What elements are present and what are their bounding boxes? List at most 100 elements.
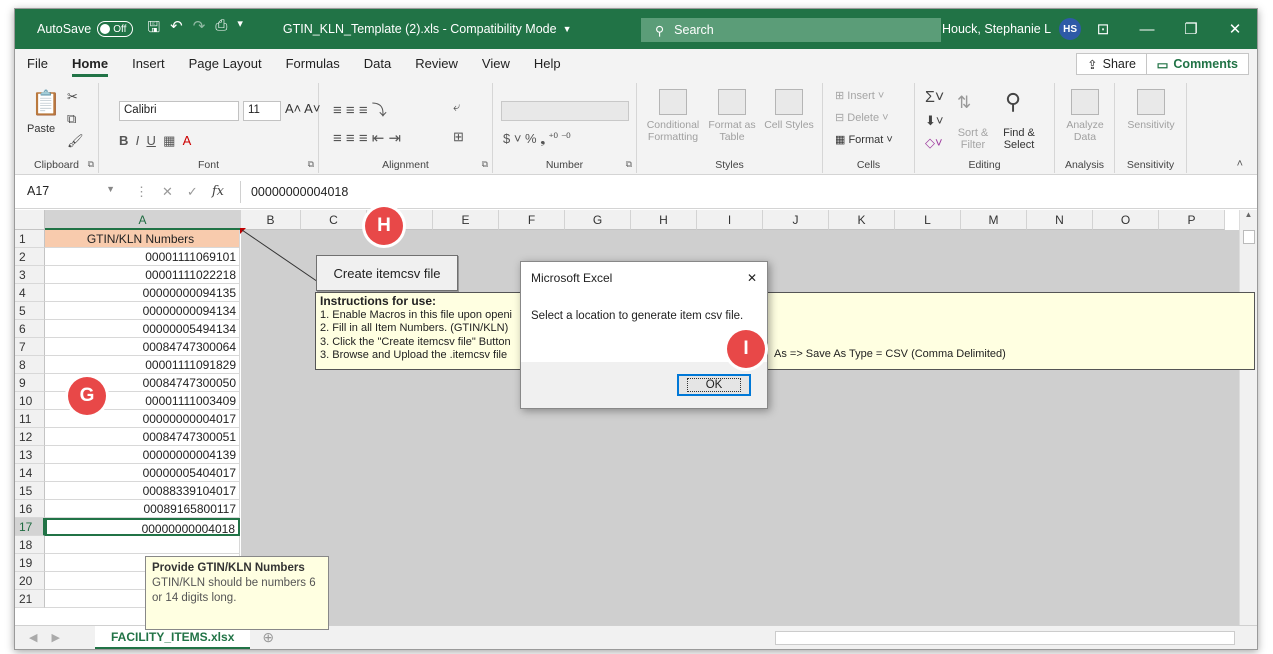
row-header[interactable]: 13	[15, 446, 45, 464]
find-select-label[interactable]: Find & Select	[997, 127, 1041, 151]
tab-formulas[interactable]: Formulas	[274, 49, 352, 79]
cell-styles-button[interactable]: Cell Styles	[761, 89, 817, 131]
clear-icon[interactable]: ◇˅	[925, 135, 943, 151]
row-header[interactable]: 21	[15, 590, 45, 608]
gtin-cell[interactable]: 00000005404017	[45, 464, 240, 482]
row-header[interactable]: 17	[15, 518, 45, 536]
user-account[interactable]: Houck, Stephanie L HS	[942, 9, 1082, 49]
tab-view[interactable]: View	[470, 49, 522, 79]
analyze-data-button[interactable]: Analyze Data	[1061, 89, 1109, 143]
font-name-select[interactable]: Calibri	[119, 101, 239, 121]
row-header[interactable]: 7	[15, 338, 45, 356]
scroll-thumb[interactable]	[1243, 230, 1255, 244]
format-cells-button[interactable]: ▦ Format ˅	[835, 133, 893, 146]
font-size-select[interactable]: 11	[243, 101, 281, 121]
gtin-cell[interactable]: 00084747300051	[45, 428, 240, 446]
sort-filter-icon[interactable]: ⇅	[957, 93, 971, 113]
avatar[interactable]: HS	[1059, 18, 1082, 40]
merge-center-icon[interactable]: ⊞	[453, 129, 464, 145]
format-as-table-button[interactable]: Format as Table	[703, 89, 761, 143]
tab-help[interactable]: Help	[522, 49, 573, 79]
number-format-select[interactable]	[501, 101, 629, 121]
name-box[interactable]: A17 ▼	[21, 181, 121, 203]
align-top-icons[interactable]: ≡ ≡ ≡ ⤵	[333, 99, 387, 120]
launcher-icon[interactable]: ⧉	[88, 159, 94, 170]
row-header[interactable]: 3	[15, 266, 45, 284]
column-header-p[interactable]: P	[1159, 210, 1225, 230]
tab-home[interactable]: Home	[60, 49, 120, 79]
gtin-cell[interactable]: 00000000004017	[45, 410, 240, 428]
save-icon[interactable]: 🖫	[147, 17, 160, 42]
previous-sheet-icon[interactable]: ◀	[29, 631, 37, 644]
row-header[interactable]: 14	[15, 464, 45, 482]
column-header-e[interactable]: E	[433, 210, 499, 230]
cancel-icon[interactable]: ✕	[162, 184, 173, 200]
copy-icon[interactable]: ⧉	[67, 111, 76, 127]
wrap-text-icon[interactable]: ⤶	[453, 99, 460, 115]
format-icons[interactable]: B I U ▦ A	[119, 133, 191, 149]
row-header[interactable]: 5	[15, 302, 45, 320]
cut-icon[interactable]: ✂	[67, 89, 78, 105]
row-header[interactable]: 19	[15, 554, 45, 572]
column-a-header-cell[interactable]: GTIN/KLN Numbers	[45, 230, 240, 248]
next-sheet-icon[interactable]: ▶	[51, 631, 59, 644]
gtin-cell[interactable]: 00000005494134	[45, 320, 240, 338]
conditional-formatting-button[interactable]: Conditional Formatting	[643, 89, 703, 143]
launcher-icon[interactable]: ⧉	[482, 159, 488, 170]
insert-cells-button[interactable]: ⊞ Insert ˅	[835, 89, 884, 102]
align-left-icons[interactable]: ≡ ≡ ≡ ⇤ ⇥	[333, 129, 401, 147]
select-all-corner[interactable]	[15, 210, 45, 230]
column-header-b[interactable]: B	[241, 210, 301, 230]
font-grow-icon[interactable]: A˄ A˅	[285, 101, 320, 116]
gtin-cell[interactable]: 00089165800117	[45, 500, 240, 518]
find-icon[interactable]: ⚲	[1005, 89, 1021, 115]
chevron-down-icon[interactable]: ▼	[563, 24, 572, 34]
paste-label[interactable]: Paste	[27, 123, 55, 135]
share-button[interactable]: ⇪ Share	[1076, 53, 1147, 75]
minimize-icon[interactable]: —	[1125, 21, 1169, 38]
number-format-icons[interactable]: $ ˅ % ❟ ⁺⁰ ⁻⁰	[503, 131, 571, 147]
gtin-cell[interactable]: 00084747300064	[45, 338, 240, 356]
ok-button[interactable]: OK	[677, 374, 751, 396]
column-header-f[interactable]: F	[499, 210, 565, 230]
column-header-j[interactable]: J	[763, 210, 829, 230]
row-header[interactable]: 9	[15, 374, 45, 392]
gtin-cell[interactable]: 00000000094134	[45, 302, 240, 320]
tab-insert[interactable]: Insert	[120, 49, 177, 79]
tab-file[interactable]: File	[15, 49, 60, 79]
column-header-g[interactable]: G	[565, 210, 631, 230]
customize-toolbar-icon[interactable]: ▾	[237, 17, 243, 42]
autosum-icon[interactable]: Σ˅	[925, 89, 944, 107]
column-header-k[interactable]: K	[829, 210, 895, 230]
column-header-l[interactable]: L	[895, 210, 961, 230]
autosave-toggle[interactable]: Off	[97, 21, 134, 37]
row-header[interactable]: 4	[15, 284, 45, 302]
column-header-a[interactable]: A	[45, 210, 241, 230]
gtin-cell[interactable]: 00001111022218	[45, 266, 240, 284]
row-header[interactable]: 16	[15, 500, 45, 518]
column-header-c[interactable]: C	[301, 210, 367, 230]
paste-icon[interactable]: 📋	[31, 89, 61, 118]
gtin-cell[interactable]: 00001111091829	[45, 356, 240, 374]
enter-icon[interactable]: ✓	[187, 184, 198, 200]
close-icon[interactable]: ✕	[1213, 20, 1257, 38]
row-header[interactable]: 15	[15, 482, 45, 500]
print-preview-icon[interactable]: ⎙	[215, 17, 227, 42]
close-icon[interactable]: ✕	[747, 271, 757, 285]
gtin-cell[interactable]: 00088339104017	[45, 482, 240, 500]
vertical-scrollbar[interactable]: ▲	[1239, 210, 1257, 634]
row-header[interactable]: 18	[15, 536, 45, 554]
collapse-ribbon-icon[interactable]: ˄	[1237, 158, 1243, 170]
sort-filter-label[interactable]: Sort & Filter	[955, 127, 991, 151]
gtin-cell[interactable]: 00000000094135	[45, 284, 240, 302]
gtin-cell[interactable]: 00001111069101	[45, 248, 240, 266]
column-header-h[interactable]: H	[631, 210, 697, 230]
row-header[interactable]: 1	[15, 230, 45, 248]
gtin-cell[interactable]: 00000000004139	[45, 446, 240, 464]
delete-cells-button[interactable]: ⊟ Delete ˅	[835, 111, 889, 124]
column-header-n[interactable]: N	[1027, 210, 1093, 230]
horizontal-scrollbar[interactable]	[775, 631, 1235, 645]
add-sheet-icon[interactable]: ⊕	[262, 629, 274, 646]
column-header-m[interactable]: M	[961, 210, 1027, 230]
format-painter-icon[interactable]: 🖌	[67, 133, 84, 149]
